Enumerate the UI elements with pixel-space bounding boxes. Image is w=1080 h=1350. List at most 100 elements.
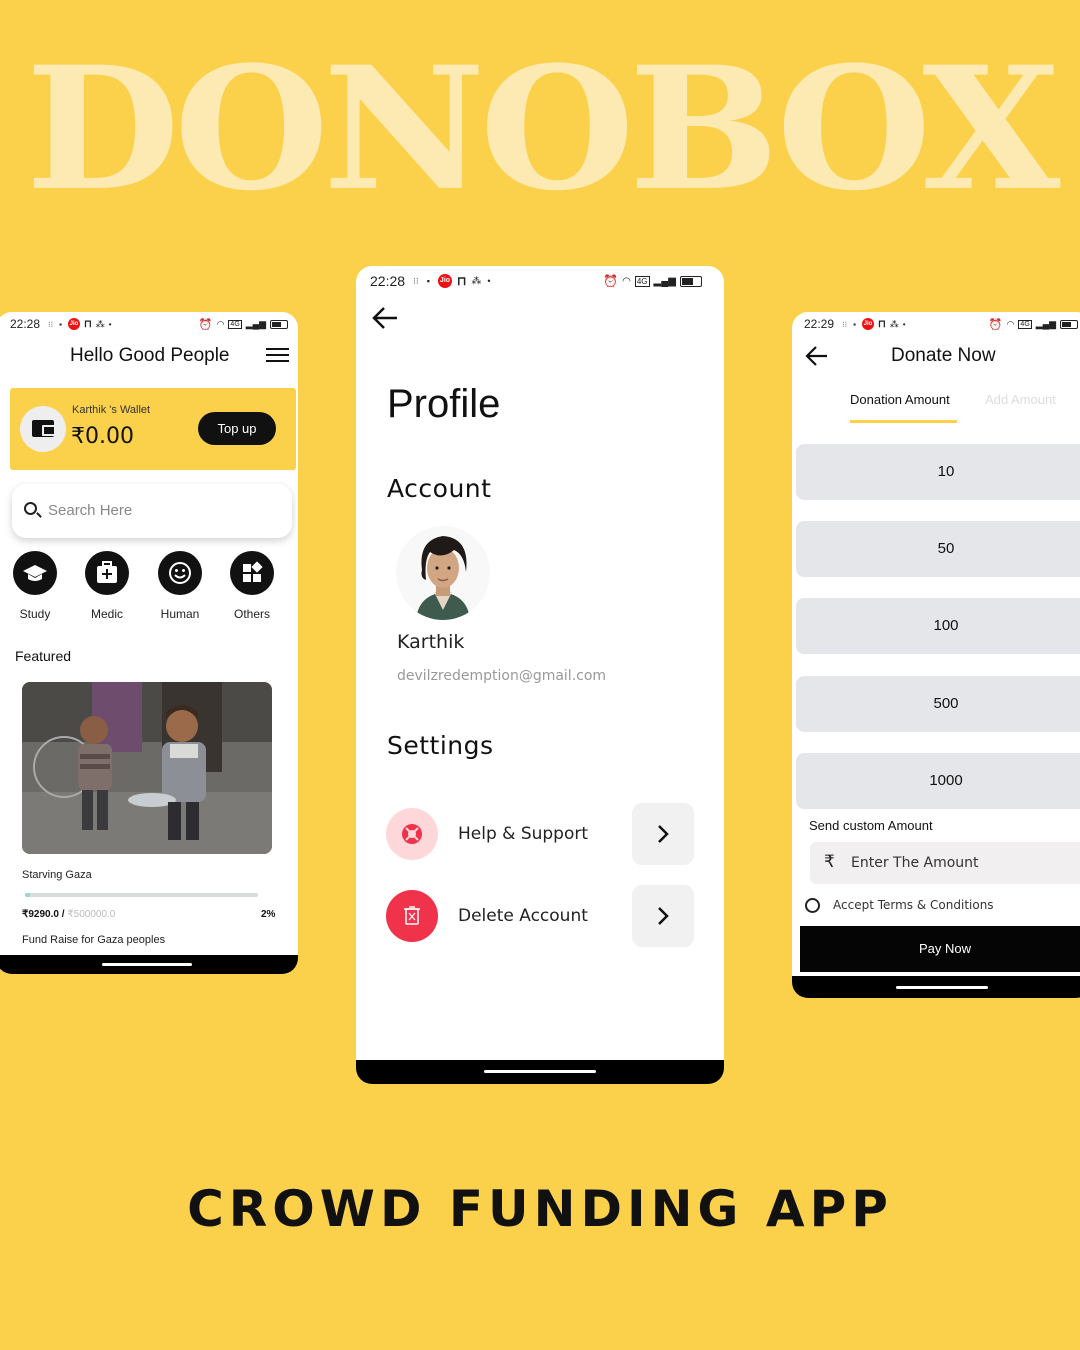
category-label: Others xyxy=(233,607,270,621)
category-study[interactable]: Study xyxy=(5,551,65,621)
donate-screen: 22:29 ⁝⁝ ▪ Jio ⊓ ⁂ • ⏰ ◠ 4G ▂▄▆ xyxy=(792,312,1080,998)
category-label: Human xyxy=(160,607,200,621)
home-indicator[interactable] xyxy=(102,963,192,966)
battery-icon xyxy=(270,319,288,329)
wifi-icon: ◠ xyxy=(622,275,631,287)
category-human[interactable]: Human xyxy=(150,551,210,621)
smiley-icon xyxy=(158,551,202,595)
volte-icon: 4G xyxy=(1018,319,1032,329)
search-input[interactable]: Search Here xyxy=(12,484,292,538)
wallet-card: Karthik 's Wallet ₹0.00 Top up xyxy=(10,388,296,470)
pay-now-button[interactable]: Pay Now xyxy=(800,926,1080,972)
page-title: Donate Now xyxy=(891,345,996,366)
network-speed-icon: ⁝⁝ xyxy=(48,319,54,329)
delete-account-label[interactable]: Delete Account xyxy=(458,906,588,926)
amount-option-100[interactable]: 100 xyxy=(796,598,1080,654)
volte-icon: 4G xyxy=(634,275,650,287)
brand-tagline: CROWD FUNDING APP xyxy=(187,1180,893,1238)
dot-icon: • xyxy=(487,276,491,286)
active-tab-indicator xyxy=(850,420,957,423)
notification-icon: ⁂ xyxy=(889,318,899,329)
status-time: 22:28 xyxy=(370,273,406,289)
goal-amount: ₹500000.0 xyxy=(67,909,116,920)
page-title: Hello Good People xyxy=(70,345,230,366)
signal-icon: ▂▄▆ xyxy=(653,275,676,287)
nav-bar xyxy=(792,976,1080,998)
alarm-icon: ⏰ xyxy=(988,318,1003,331)
status-time: 22:28 xyxy=(10,317,41,331)
battery-icon xyxy=(1060,319,1078,329)
campaign-percent: 2% xyxy=(261,909,276,920)
tab-donation-amount[interactable]: Donation Amount xyxy=(850,392,950,407)
alarm-icon: ⏰ xyxy=(603,274,619,288)
back-arrow-icon[interactable] xyxy=(805,345,829,367)
rupee-icon: ₹ xyxy=(824,852,835,872)
app-icon: ⊓ xyxy=(456,274,467,288)
top-up-button[interactable]: Top up xyxy=(198,412,276,445)
avatar[interactable] xyxy=(396,526,490,620)
lock-icon: ▪ xyxy=(426,276,430,286)
dot-icon: • xyxy=(902,319,906,329)
profile-name: Karthik xyxy=(397,631,465,653)
volte-icon: 4G xyxy=(228,319,242,329)
lifebuoy-icon xyxy=(386,808,438,860)
help-support-button[interactable] xyxy=(632,803,694,865)
campaign-description: Fund Raise for Gaza peoples xyxy=(22,934,166,946)
nav-bar xyxy=(0,955,298,974)
campaign-image[interactable] xyxy=(22,682,272,854)
custom-amount-input[interactable]: ₹ Enter The Amount xyxy=(810,842,1080,884)
medical-kit-icon xyxy=(85,551,129,595)
tab-add-amount[interactable]: Add Amount xyxy=(985,392,1056,407)
campaign-raised: ₹9290.0 / ₹500000.0 xyxy=(22,909,115,920)
amount-option-50[interactable]: 50 xyxy=(796,521,1080,577)
dot-icon: • xyxy=(108,319,112,329)
amount-option-1000[interactable]: 1000 xyxy=(796,753,1080,809)
settings-heading: Settings xyxy=(387,731,494,760)
wallet-owner: Karthik 's Wallet xyxy=(72,404,151,416)
status-bar: 22:28 ⁝⁝ ▪ Jio ⊓ ⁂ • ⏰ ◠ 4G ▂▄▆ xyxy=(0,316,298,332)
notification-icon: ⁂ xyxy=(95,318,105,329)
status-bar: 22:28 ⁝⁝ ▪ Jio ⊓ ⁂ • ⏰ ◠ 4G ▂▄▆ xyxy=(356,272,724,290)
category-label: Medic xyxy=(90,607,123,621)
battery-icon xyxy=(680,275,702,287)
home-indicator[interactable] xyxy=(484,1070,596,1073)
home-indicator[interactable] xyxy=(896,986,988,989)
wallet-icon xyxy=(20,406,66,452)
status-bar: 22:29 ⁝⁝ ▪ Jio ⊓ ⁂ • ⏰ ◠ 4G ▂▄▆ xyxy=(792,316,1080,332)
app-icon: ⊓ xyxy=(877,318,886,330)
app-icon: ⊓ xyxy=(83,318,92,330)
jio-icon: Jio xyxy=(437,274,452,288)
wifi-icon: ◠ xyxy=(1006,318,1015,329)
search-icon xyxy=(24,502,37,515)
help-support-label[interactable]: Help & Support xyxy=(458,824,588,844)
chevron-right-icon xyxy=(658,825,669,843)
delete-account-button[interactable] xyxy=(632,885,694,947)
brand-title: DONOBOX xyxy=(25,29,1061,228)
category-others[interactable]: Others xyxy=(222,551,282,621)
menu-icon[interactable] xyxy=(266,348,289,364)
amount-option-500[interactable]: 500 xyxy=(796,676,1080,732)
campaign-progress-fill xyxy=(25,893,30,897)
notification-icon: ⁂ xyxy=(471,275,482,287)
terms-label[interactable]: Accept Terms & Conditions xyxy=(833,898,994,912)
amount-option-10[interactable]: 10 xyxy=(796,444,1080,500)
terms-radio[interactable] xyxy=(805,898,820,913)
raised-amount: ₹9290.0 / xyxy=(22,909,65,920)
status-time: 22:29 xyxy=(804,317,835,331)
campaign-title: Starving Gaza xyxy=(22,869,92,881)
category-label: Study xyxy=(19,607,51,621)
alarm-icon: ⏰ xyxy=(198,318,213,331)
page-title: Profile xyxy=(387,382,501,426)
signal-icon: ▂▄▆ xyxy=(1035,318,1056,329)
trash-icon xyxy=(386,890,438,942)
grid-icon xyxy=(230,551,274,595)
search-placeholder: Search Here xyxy=(48,502,133,519)
back-arrow-icon[interactable] xyxy=(371,305,399,331)
custom-amount-label: Send custom Amount xyxy=(809,818,933,833)
nav-bar xyxy=(356,1060,724,1084)
lock-icon: ▪ xyxy=(853,319,856,329)
jio-icon: Jio xyxy=(67,318,80,330)
wallet-balance: ₹0.00 xyxy=(71,424,134,449)
featured-heading: Featured xyxy=(15,648,72,664)
category-medic[interactable]: Medic xyxy=(77,551,137,621)
